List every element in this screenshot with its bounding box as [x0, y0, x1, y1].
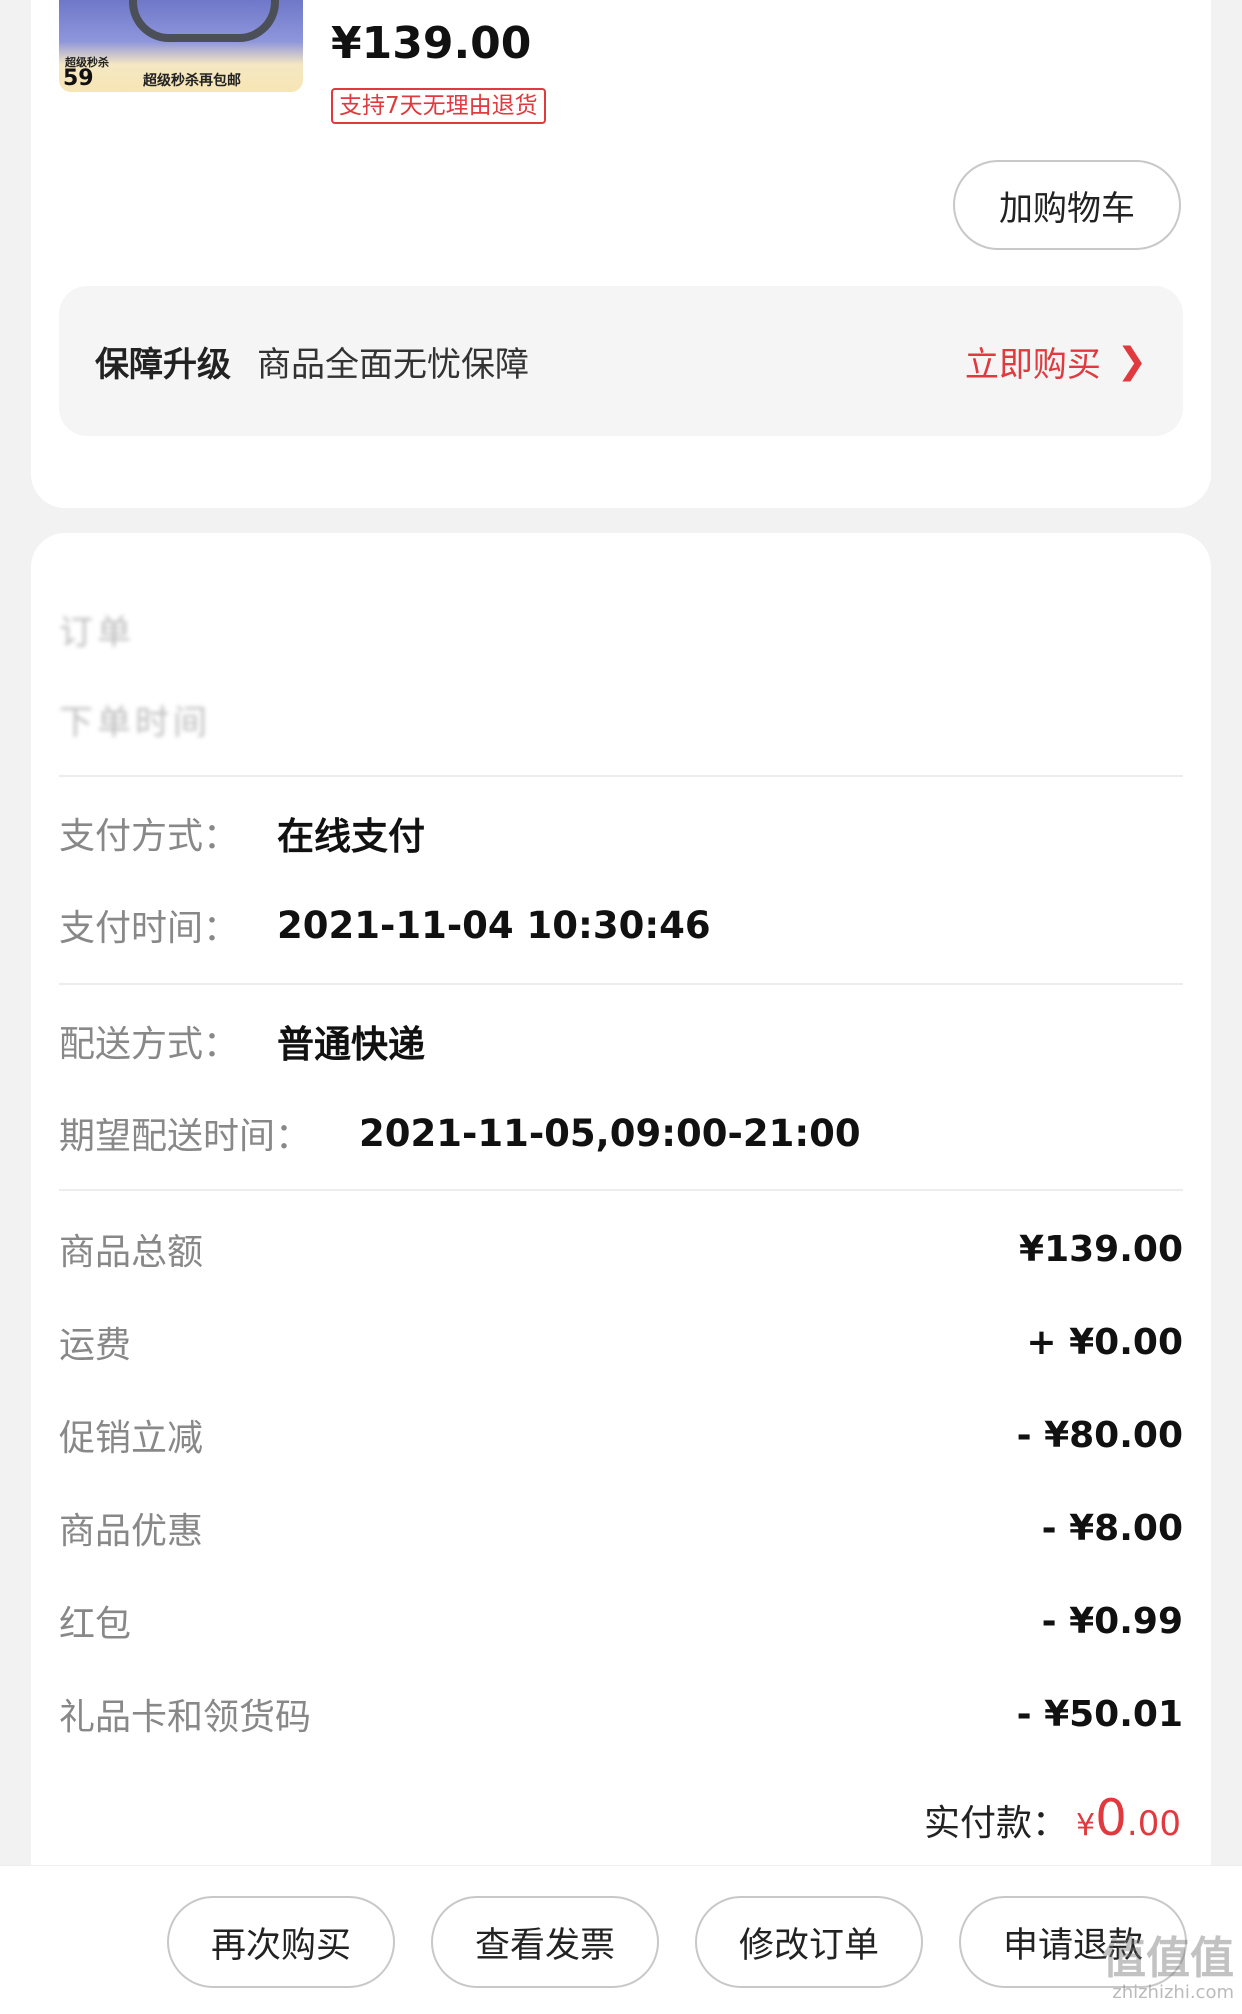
watermark-logo: 值值值 — [1102, 1933, 1234, 1984]
amount-value: + ¥0.00 — [1026, 1321, 1183, 1363]
delivery-method-label: 配送方式： — [59, 1024, 240, 1065]
actual-payment: 实付款： ¥ 0 .00 — [924, 1789, 1181, 1847]
amount-label: 运费 — [59, 1325, 132, 1366]
amount-value: - ¥50.01 — [1016, 1693, 1183, 1735]
payment-time-label: 支付时间： — [59, 908, 240, 949]
delivery-method-value: 普通快递 — [277, 1023, 425, 1066]
expected-delivery-value: 2021-11-05,09:00-21:00 — [359, 1111, 861, 1155]
guarantee-description: 商品全面无忧保障 — [257, 344, 529, 385]
amount-label: 商品总额 — [59, 1232, 204, 1273]
actual-payment-label: 实付款： — [924, 1803, 1069, 1844]
amount-label: 商品优惠 — [59, 1511, 204, 1552]
amount-row-goods-discount: 商品优惠 - ¥8.00 — [59, 1498, 1183, 1558]
order-time-row-redacted: 下单时间 — [59, 703, 211, 743]
actual-payment-integer: 0 — [1095, 1789, 1127, 1847]
bottom-action-bar: 再次购买 查看发票 修改订单 申请退款 — [0, 1865, 1242, 2014]
amount-row-goods-total: 商品总额 ¥139.00 — [59, 1219, 1183, 1279]
thumbnail-badge-text: 超级秒杀再包邮 — [143, 73, 241, 89]
chevron-right-icon: ❯ — [1116, 340, 1147, 382]
amount-row-promotion: 促销立减 - ¥80.00 — [59, 1405, 1183, 1465]
amount-value: ¥139.00 — [1019, 1228, 1183, 1270]
actual-payment-decimal: .00 — [1126, 1804, 1181, 1844]
thumbnail-badge-number: 59 — [63, 66, 94, 91]
payment-time-row: 支付时间： 2021-11-04 10:30:46 — [59, 895, 711, 955]
product-thumbnail[interactable]: 超级秒杀 59 超级秒杀再包邮 — [59, 0, 303, 92]
guarantee-upgrade-banner[interactable]: 保障升级 商品全面无忧保障 立即购买 ❯ — [59, 286, 1183, 436]
divider — [59, 775, 1183, 777]
amount-label: 红包 — [59, 1604, 132, 1645]
payment-method-value: 在线支付 — [277, 815, 425, 858]
product-card: 超级秒杀 59 超级秒杀再包邮 ¥139.00 支持7天无理由退货 加购物车 保… — [31, 0, 1211, 508]
view-invoice-button[interactable]: 查看发票 — [431, 1896, 659, 1988]
expected-delivery-label: 期望配送时间： — [59, 1116, 312, 1157]
amount-row-gift-card: 礼品卡和领货码 - ¥50.01 — [59, 1684, 1183, 1744]
amount-row-red-packet: 红包 - ¥0.99 — [59, 1591, 1183, 1651]
amount-value: - ¥80.00 — [1016, 1414, 1183, 1456]
divider — [59, 983, 1183, 985]
amount-label: 礼品卡和领货码 — [59, 1697, 312, 1738]
product-device-graphic — [129, 0, 279, 42]
order-number-row-redacted: 订单 — [59, 613, 135, 653]
amount-value: - ¥0.99 — [1041, 1600, 1183, 1642]
payment-time-value: 2021-11-04 10:30:46 — [277, 903, 711, 947]
guarantee-buy-link[interactable]: 立即购买 ❯ — [965, 337, 1147, 386]
guarantee-title: 保障升级 — [95, 344, 231, 385]
buy-again-button[interactable]: 再次购买 — [167, 1896, 395, 1988]
expected-delivery-row: 期望配送时间： 2021-11-05,09:00-21:00 — [59, 1103, 861, 1163]
divider — [59, 1189, 1183, 1191]
watermark-site: zhizhizhi.com — [1112, 1982, 1234, 2003]
payment-method-label: 支付方式： — [59, 816, 240, 857]
delivery-method-row: 配送方式： 普通快递 — [59, 1011, 425, 1071]
modify-order-button[interactable]: 修改订单 — [695, 1896, 923, 1988]
amount-value: - ¥8.00 — [1041, 1507, 1183, 1549]
amount-label: 促销立减 — [59, 1418, 204, 1459]
actual-payment-currency: ¥ — [1076, 1808, 1096, 1843]
return-policy-tag: 支持7天无理由退货 — [331, 88, 546, 124]
add-to-cart-button[interactable]: 加购物车 — [953, 160, 1181, 250]
payment-method-row: 支付方式： 在线支付 — [59, 803, 425, 863]
guarantee-buy-label: 立即购买 — [964, 344, 1101, 385]
order-info-card: 订单 下单时间 支付方式： 在线支付 支付时间： 2021-11-04 10:3… — [31, 533, 1211, 2014]
amount-row-shipping: 运费 + ¥0.00 — [59, 1312, 1183, 1372]
product-price: ¥139.00 — [331, 18, 532, 69]
